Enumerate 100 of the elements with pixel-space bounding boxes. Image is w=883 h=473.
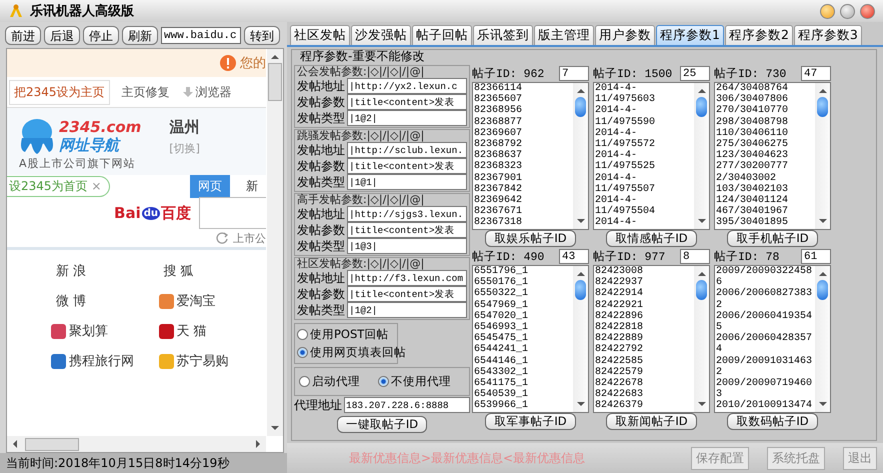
list-item[interactable]: 2009/20090322458 (715, 266, 815, 278)
list-item[interactable]: 82422914 (594, 288, 694, 300)
input-field[interactable]: |http://sjgs3.lexun. (347, 206, 467, 222)
homepage-link[interactable]: 把2345设为主页 (9, 80, 110, 104)
input-field[interactable]: |1@3| (347, 238, 467, 254)
list-item[interactable]: 2006/20060428357 (715, 333, 815, 344)
url-field[interactable]: www.baidu.c (161, 27, 241, 44)
list-item[interactable]: 82368637 (473, 150, 573, 162)
set-homepage-bubble[interactable]: 设2345为首页 × (7, 176, 110, 196)
input-field[interactable]: |title<content>发表 (347, 286, 467, 302)
input-field[interactable]: |title<content>发表 (347, 158, 467, 174)
site-link[interactable]: 苏宁易购 (176, 352, 228, 370)
list-item[interactable]: 82422818 (594, 322, 694, 334)
count-field[interactable]: 8 (680, 249, 710, 264)
list-item[interactable]: 82369607 (473, 128, 573, 140)
nav-button[interactable]: 后退 (44, 26, 80, 45)
list-item[interactable]: 82422678 (594, 378, 694, 390)
fetch-button[interactable]: 取军事帖子ID (485, 413, 576, 430)
list-item[interactable]: 2006/20060827383 (715, 288, 815, 300)
fetch-button[interactable]: 取手机帖子ID (727, 230, 818, 247)
browser-link[interactable]: 浏览器 (196, 84, 232, 100)
tab[interactable]: 沙发强帖 (351, 25, 411, 45)
list-item[interactable]: 11/4975572 (594, 139, 694, 150)
input-field[interactable]: |title<content>发表 (347, 94, 467, 110)
scrollbar[interactable] (815, 83, 830, 229)
list-item[interactable]: 277/30200777 (715, 161, 815, 173)
list-item[interactable]: 82423008 (594, 266, 694, 278)
list-item[interactable]: 6547020_1 (473, 310, 573, 322)
tab[interactable]: 用户参数 (595, 25, 655, 45)
fetch-button[interactable]: 取情感帖子ID (606, 230, 697, 247)
list-item[interactable]: 2009/20090719460 (715, 378, 815, 390)
list-item[interactable]: 82422585 (594, 356, 694, 367)
site-link[interactable]: 天 猫 (176, 322, 207, 340)
id-list[interactable]: 264/30408764 306/30407806 270/30410770 298/30408798 110/30406110 275/30406275 123/30404623 277/30200777 2/30403002 103/30402103 124/30401124 467/30401967 395/30401895 (714, 82, 831, 230)
fetch-all-button[interactable]: 一键取帖子ID (336, 416, 428, 433)
scrollbar[interactable] (694, 266, 709, 412)
list-item[interactable]: 395/30401895 (715, 217, 815, 229)
list-item[interactable]: 82366114 (473, 83, 573, 94)
id-list[interactable]: 2014-4- 11/4975603 2014-4- 11/4975590 2014-4- 11/4975572 2014-4- 11/4975525 2014-4- 11/4975507 2014-4- 11/4975504 2014-4- (593, 82, 710, 230)
list-item[interactable]: 2014-4- (594, 172, 694, 184)
list-item[interactable]: 6543302_1 (473, 366, 573, 378)
list-item[interactable]: 6545475_1 (473, 333, 573, 344)
list-item[interactable]: 82422921 (594, 300, 694, 311)
list-item[interactable]: 2014-4- (594, 195, 694, 206)
tab[interactable]: 程序参数2 (724, 25, 793, 45)
minimize-button[interactable] (820, 4, 835, 18)
list-item[interactable]: 306/30407806 (715, 94, 815, 106)
scrollbar[interactable] (267, 49, 283, 436)
list-item[interactable]: 2009/20091031463 (715, 356, 815, 367)
input-field[interactable]: |http://f3.lexun.com (347, 270, 467, 286)
list-item[interactable]: 2/30403002 (715, 172, 815, 184)
scrollbar[interactable] (7, 436, 266, 452)
go-button[interactable]: 转到 (244, 26, 280, 45)
scrollbar[interactable] (573, 266, 588, 412)
id-list[interactable]: 2009/20090322458 6 2006/20060827383 2 2006/20060419354 5 2006/20060428357 4 2009/20091031463 2 2009/20090719460 3 2010/20100913474 (714, 265, 831, 413)
search-field[interactable] (199, 197, 266, 229)
list-item[interactable]: 82422937 (594, 277, 694, 288)
list-item[interactable]: 298/30408798 (715, 116, 815, 128)
input-field[interactable]: |title<content>发表 (347, 222, 467, 238)
tab[interactable]: 程序参数3 (794, 25, 862, 45)
list-item[interactable]: 6546993_1 (473, 322, 573, 334)
list-item[interactable]: 82367318 (473, 217, 573, 229)
list-item[interactable]: 82369642 (473, 195, 573, 206)
list-item[interactable]: 11/4975507 (594, 184, 694, 196)
list-item[interactable]: 6 (715, 277, 815, 288)
nav-button[interactable]: 刷新 (122, 26, 158, 45)
list-item[interactable]: 103/30402103 (715, 184, 815, 196)
list-item[interactable]: 82422683 (594, 389, 694, 400)
list-item[interactable]: 264/30408764 (715, 83, 815, 94)
tab[interactable]: 社区发帖 (290, 25, 350, 45)
list-item[interactable]: 124/30401124 (715, 195, 815, 206)
list-item[interactable]: 11/4975603 (594, 94, 694, 106)
list-item[interactable]: 82367671 (473, 206, 573, 218)
list-item[interactable]: 82367842 (473, 184, 573, 196)
fetch-button[interactable]: 取娱乐帖子ID (485, 230, 576, 247)
scrollbar[interactable] (573, 83, 588, 229)
nav-button[interactable]: 停止 (83, 26, 119, 45)
tab[interactable]: 程序参数1 (656, 25, 724, 45)
list-item[interactable]: 82426379 (594, 400, 694, 412)
list-item[interactable]: 6544146_1 (473, 356, 573, 367)
list-item[interactable]: 6541175_1 (473, 378, 573, 390)
input-field[interactable]: |1@2| (347, 110, 467, 126)
list-item[interactable]: 82422896 (594, 310, 694, 322)
list-item[interactable]: 82422889 (594, 333, 694, 344)
list-item[interactable]: 6550322_1 (473, 288, 573, 300)
input-field[interactable]: 183.207.228.6:8888 (344, 397, 470, 413)
radio-button[interactable] (299, 376, 310, 387)
nav-button[interactable]: 前进 (5, 26, 41, 45)
fetch-button[interactable]: 取数码帖子ID (727, 413, 818, 430)
site-link[interactable]: 聚划算 (69, 322, 108, 340)
site-link[interactable]: 爱淘宝 (176, 292, 216, 310)
list-item[interactable]: 2 (715, 366, 815, 378)
list-item[interactable]: 4 (715, 344, 815, 356)
count-field[interactable]: 43 (559, 249, 589, 264)
list-item[interactable]: 82368323 (473, 161, 573, 173)
list-item[interactable]: 123/30404623 (715, 150, 815, 162)
scrollbar[interactable] (694, 83, 709, 229)
close-button[interactable] (860, 4, 875, 18)
input-field[interactable]: |http://yx2.lexun.c (347, 78, 467, 94)
list-item[interactable]: 6547969_1 (473, 300, 573, 311)
